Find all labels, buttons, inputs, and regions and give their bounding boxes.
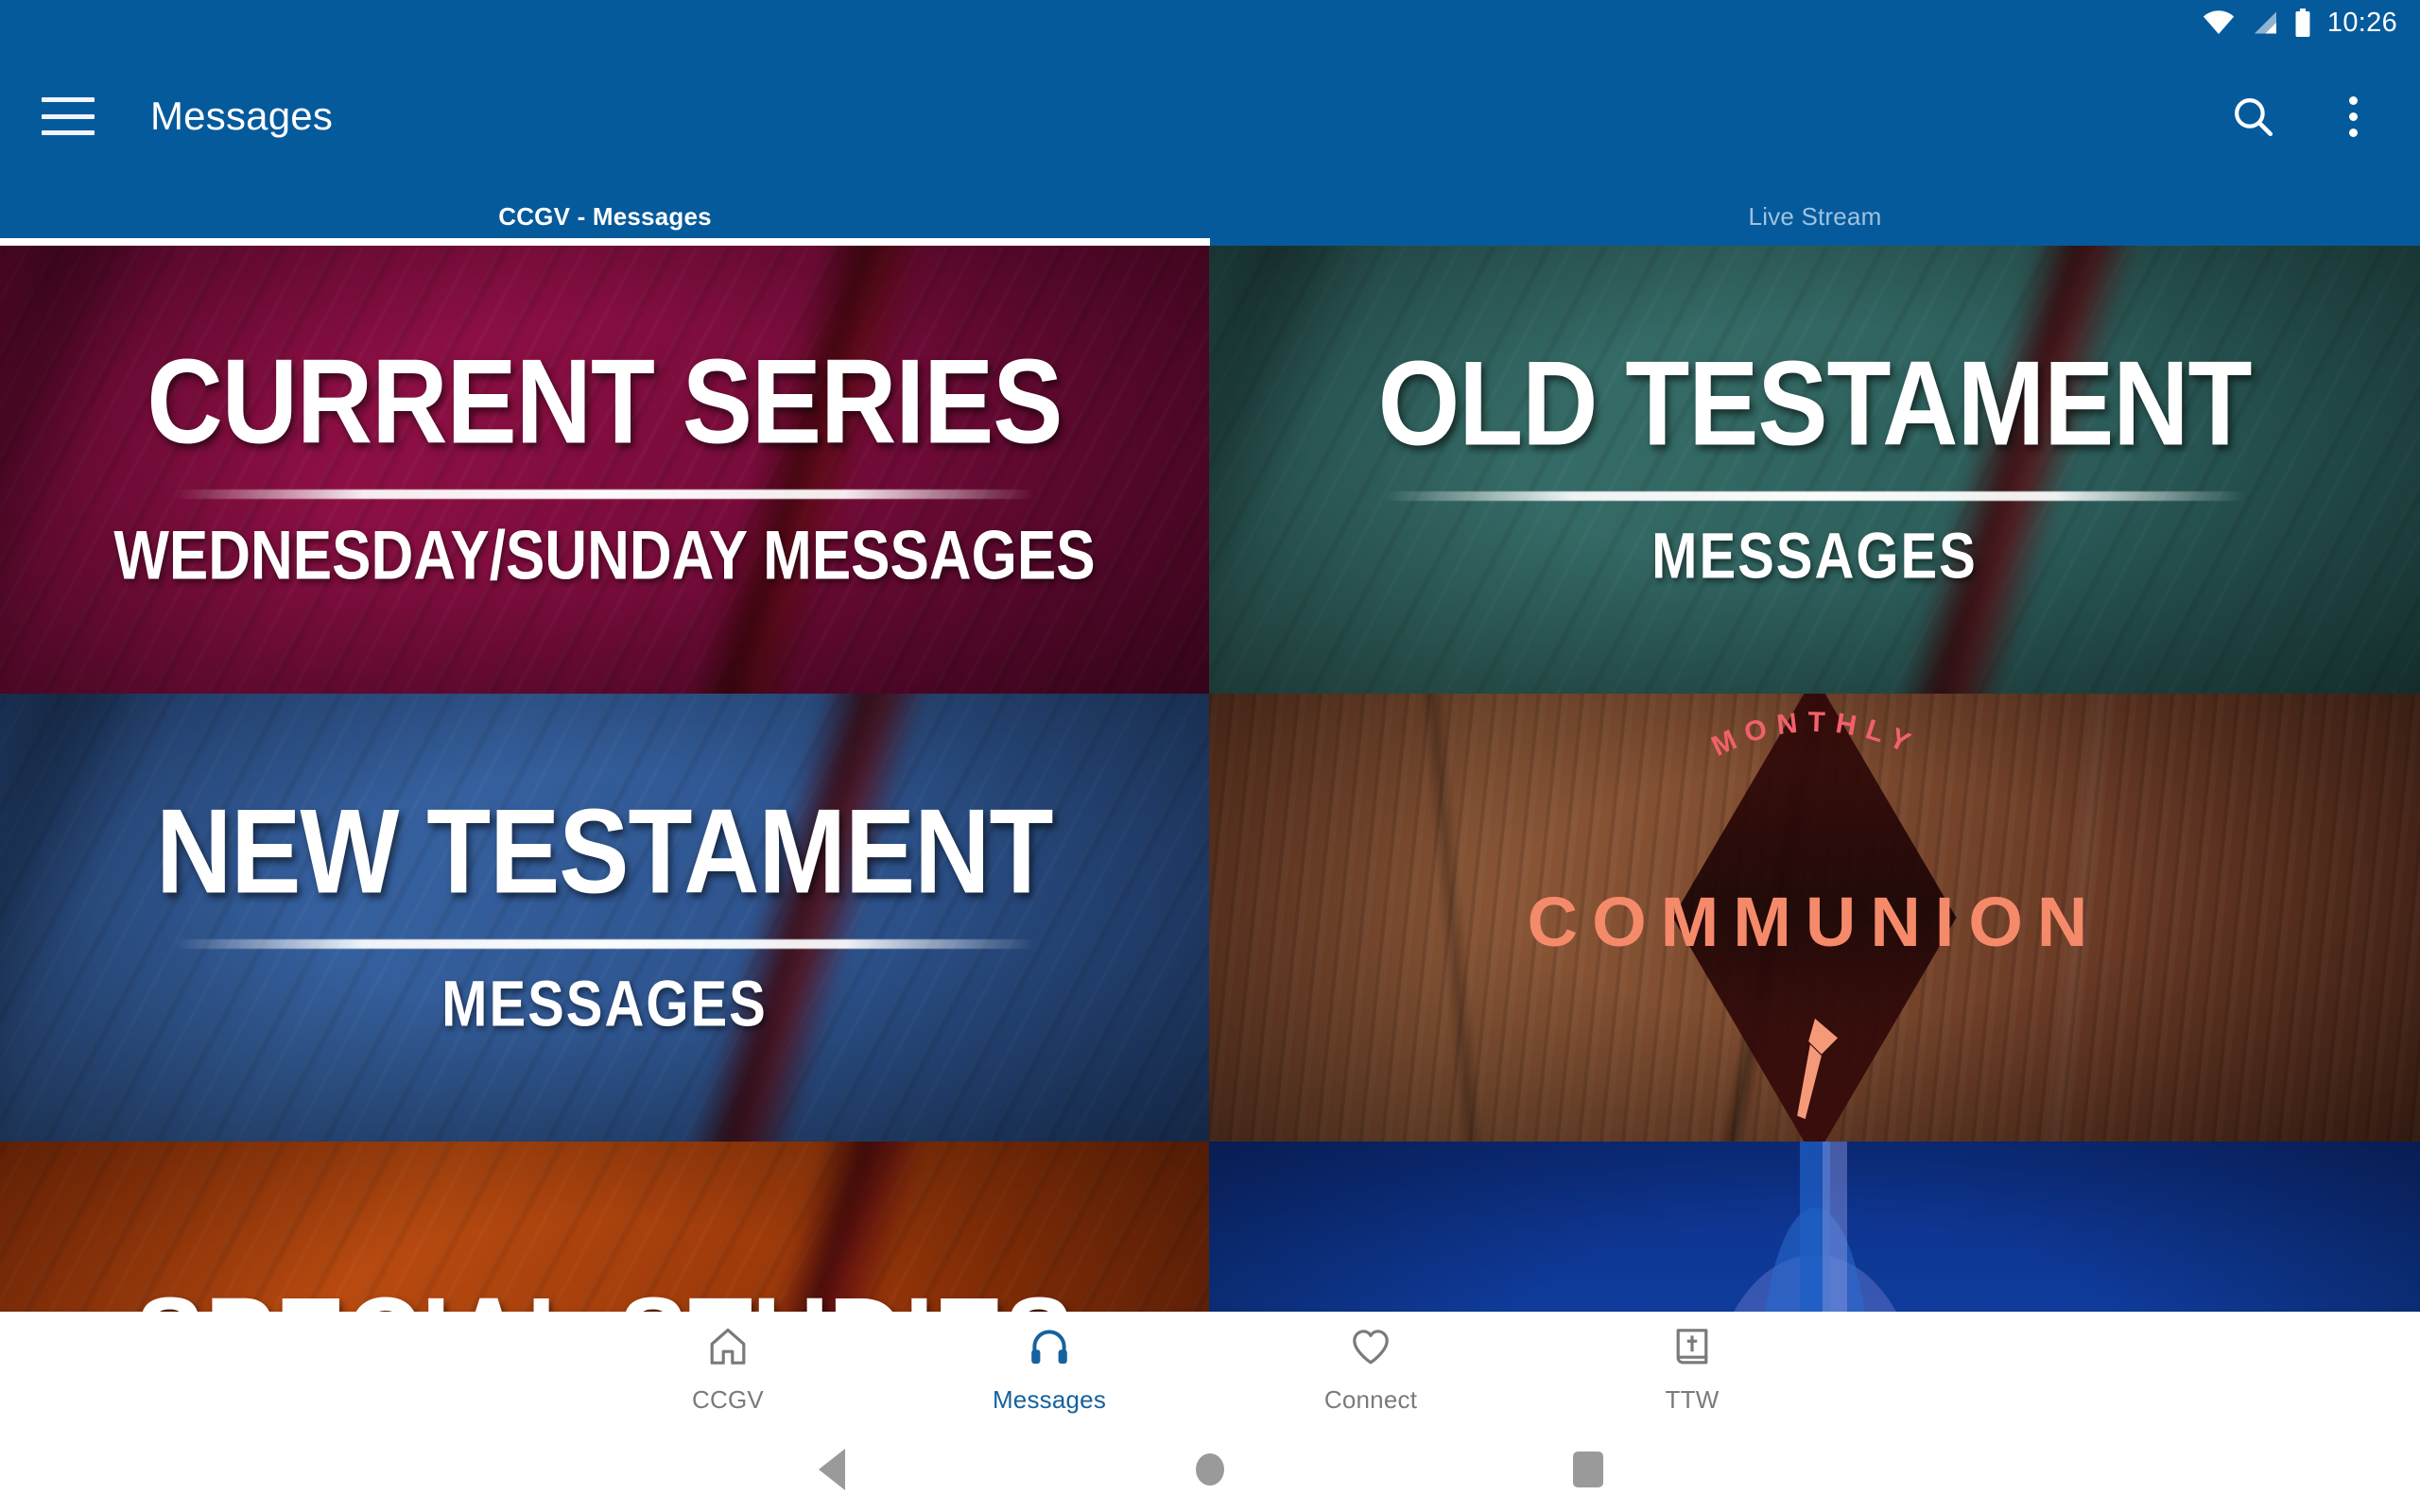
- flame-graphic: [1673, 1142, 1957, 1312]
- nav-label: Messages: [992, 1385, 1107, 1414]
- card-headline: OLD TESTAMENT: [1377, 337, 2253, 472]
- heart-icon: [1348, 1324, 1393, 1374]
- back-triangle-icon[interactable]: [643, 1449, 1021, 1490]
- nav-item-ccgv[interactable]: CCGV: [567, 1324, 889, 1415]
- nav-item-messages[interactable]: Messages: [889, 1324, 1210, 1415]
- card-special-studies[interactable]: SPECIAL STUDIES: [0, 1142, 1209, 1312]
- battery-icon: [2293, 9, 2312, 37]
- app-bar-actions: [2226, 90, 2420, 143]
- home-circle-icon[interactable]: [1021, 1453, 1399, 1486]
- app-bar: Messages: [0, 45, 2420, 187]
- nav-label: TTW: [1665, 1385, 1720, 1414]
- card-text: OLD TESTAMENT MESSAGES: [1209, 246, 2420, 694]
- card-headline: Words With: [1209, 1308, 2420, 1312]
- wifi-icon: [2203, 10, 2235, 35]
- search-icon[interactable]: [2226, 90, 2279, 143]
- status-time: 10:26: [2326, 7, 2397, 38]
- card-subline: WEDNESDAY/SUNDAY MESSAGES: [113, 517, 1096, 595]
- card-text: NEW TESTAMENT MESSAGES: [0, 694, 1209, 1142]
- card-text: CURRENT SERIES WEDNESDAY/SUNDAY MESSAGES: [0, 246, 1209, 694]
- cellular-signal-icon: [2250, 10, 2278, 35]
- headphones-icon: [1027, 1324, 1072, 1374]
- tab-ccgv-messages[interactable]: CCGV - Messages: [0, 187, 1210, 246]
- card-words-with[interactable]: Words With: [1209, 1142, 2420, 1312]
- system-navigation-bar: [0, 1427, 2420, 1512]
- communion-eyebrow: MONTHLY: [1607, 707, 2023, 881]
- card-subline: MESSAGES: [441, 968, 768, 1040]
- card-headline: SPECIAL STUDIES: [0, 1273, 1209, 1312]
- messages-grid-scroll[interactable]: CURRENT SERIES WEDNESDAY/SUNDAY MESSAGES…: [0, 246, 2420, 1312]
- hamburger-menu-icon[interactable]: [42, 97, 95, 135]
- tab-label: CCGV - Messages: [498, 201, 712, 231]
- card-subline: MESSAGES: [1651, 520, 1978, 593]
- nav-item-connect[interactable]: Connect: [1210, 1324, 1531, 1415]
- card-new-testament[interactable]: NEW TESTAMENT MESSAGES: [0, 694, 1209, 1142]
- card-headline: NEW TESTAMENT: [156, 785, 1053, 919]
- tab-live-stream[interactable]: Live Stream: [1210, 187, 2420, 246]
- status-bar: 10:26: [0, 0, 2420, 45]
- card-old-testament[interactable]: OLD TESTAMENT MESSAGES: [1209, 246, 2420, 694]
- recents-square-icon[interactable]: [1399, 1452, 1777, 1487]
- card-monthly-communion[interactable]: MONTHLY COMMUNION: [1209, 694, 2420, 1142]
- card-current-series[interactable]: CURRENT SERIES WEDNESDAY/SUNDAY MESSAGES: [0, 246, 1209, 694]
- app-screen: 10:26 Messages CCGV - Messages Live Stre…: [0, 0, 2420, 1512]
- hammer-icon: [1763, 1012, 1867, 1130]
- card-headline: CURRENT SERIES: [147, 335, 1063, 470]
- overflow-menu-icon[interactable]: [2336, 95, 2371, 137]
- tab-bar: CCGV - Messages Live Stream: [0, 187, 2420, 246]
- bible-book-icon: [1669, 1324, 1715, 1374]
- divider-rule: [1383, 491, 2246, 501]
- tab-label: Live Stream: [1748, 201, 1882, 231]
- bottom-navigation: CCGV Messages Connect TTW: [0, 1312, 2420, 1427]
- nav-label: CCGV: [692, 1385, 764, 1414]
- nav-item-ttw[interactable]: TTW: [1531, 1324, 1853, 1415]
- divider-rule: [173, 490, 1036, 499]
- nav-label: Connect: [1323, 1385, 1418, 1414]
- home-icon: [705, 1324, 751, 1374]
- divider-rule: [173, 939, 1036, 949]
- communion-headline: COMMUNION: [1527, 882, 2102, 961]
- messages-grid: CURRENT SERIES WEDNESDAY/SUNDAY MESSAGES…: [0, 246, 2420, 1312]
- page-title: Messages: [150, 94, 334, 138]
